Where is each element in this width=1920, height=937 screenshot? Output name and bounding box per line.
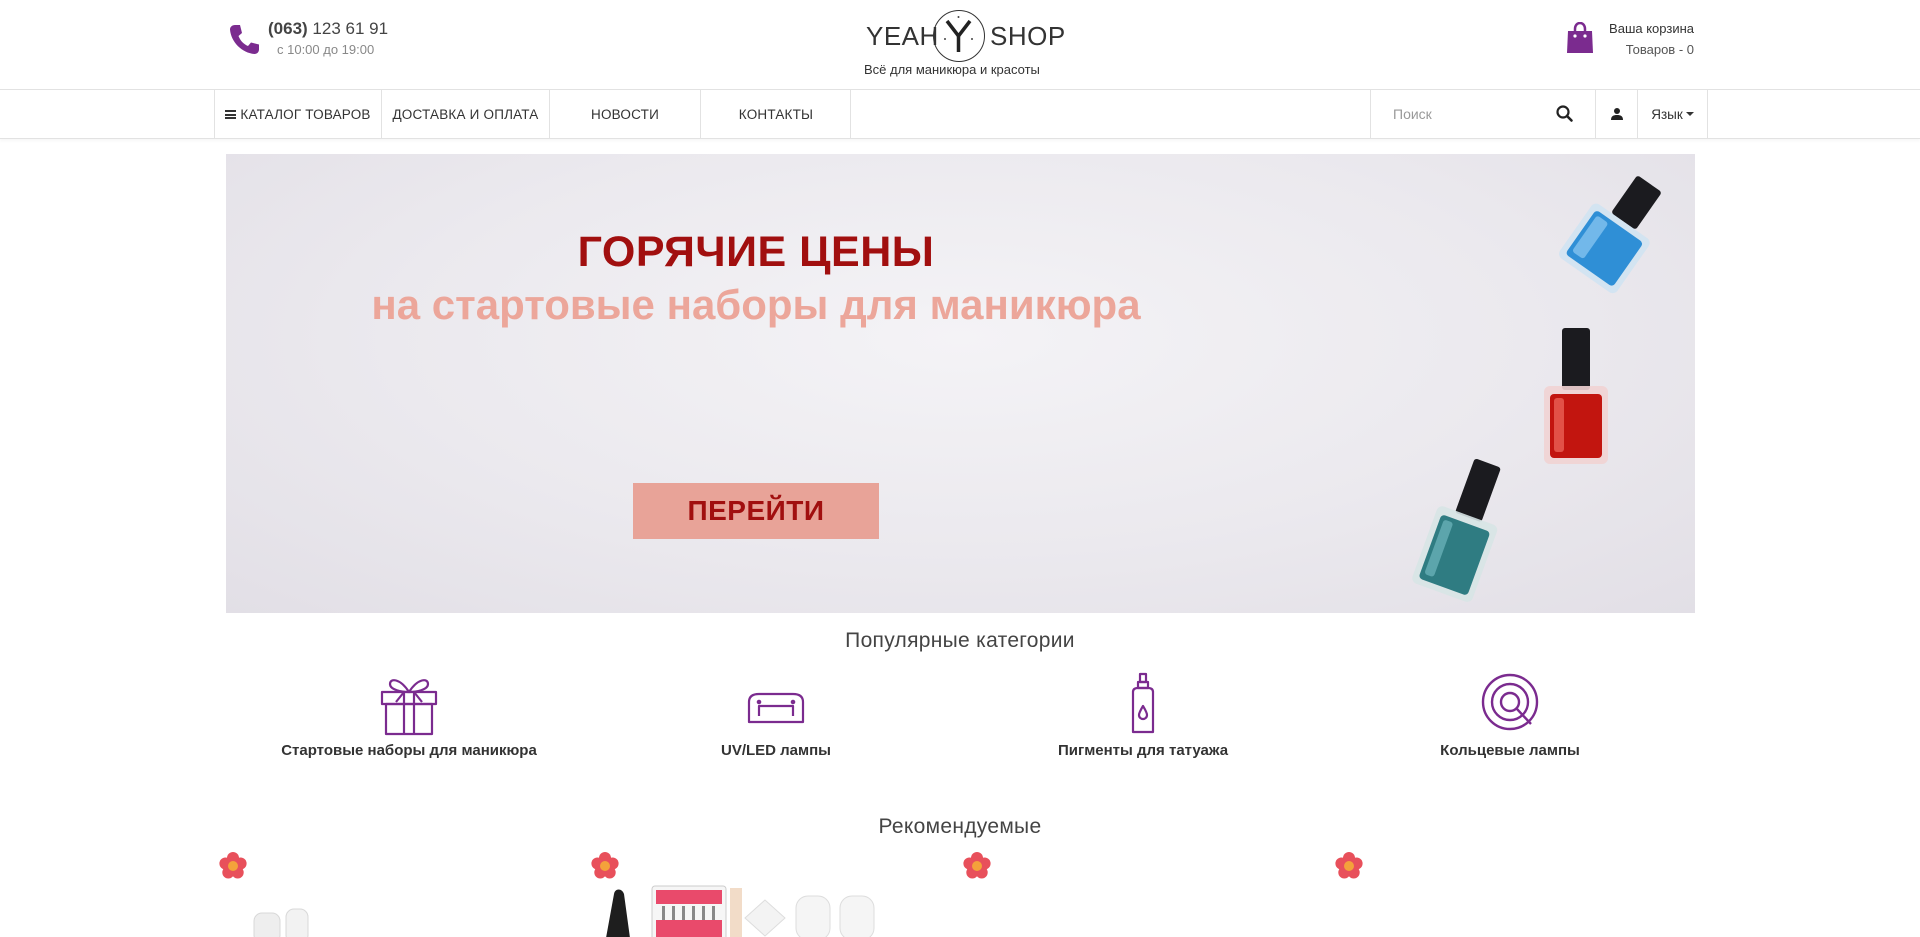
category-ring-lamps[interactable]: Кольцевые лампы [1345,672,1675,759]
product-card[interactable] [1334,850,1704,937]
nav-contacts[interactable]: КОНТАКТЫ [700,90,851,138]
phone-digits: 123 61 91 [312,19,389,38]
lamp-icon [747,692,805,724]
red-nail-polish-image [1544,328,1608,464]
account-button[interactable] [1596,90,1638,138]
product-image [606,885,875,937]
nav-delivery[interactable]: ДОСТАВКА И ОПЛАТА [381,90,549,138]
product-image [253,908,309,937]
logo-text-left: YEAH [866,21,939,51]
shopping-bag-icon[interactable] [1566,22,1594,54]
flower-badge-icon [219,852,247,879]
flower-badge-icon [963,852,991,879]
popular-categories-title: Популярные категории [845,629,1075,652]
logo-emblem [933,10,985,62]
phone-code: (063) [268,19,308,38]
search-input[interactable] [1371,90,1551,138]
category-label: UV/LED лампы [720,742,831,759]
logo-y-icon [944,16,973,52]
category-label: Пигменты для татуажа [1057,742,1229,759]
cart-title[interactable]: Ваша корзина [1609,21,1694,36]
phone-icon [230,25,259,54]
flower-badge-icon [591,852,619,879]
language-dropdown[interactable]: Язык [1638,90,1708,138]
logo-text-right: SHOP [990,21,1066,51]
category-tattoo-pigments[interactable]: Пигменты для татуажа [978,672,1308,759]
category-starter-kits[interactable]: Стартовые наборы для маникюра [244,672,574,759]
menu-icon [225,109,237,119]
recommended-title: Рекомендуемые [878,815,1042,838]
banner-subtitle: на стартовые наборы для маникюра [371,281,1141,328]
nav-delivery-label: ДОСТАВКА И ОПЛАТА [392,106,539,122]
promo-banner[interactable]: ГОРЯЧИЕ ЦЕНЫ на стартовые наборы для ман… [226,154,1695,613]
chevron-down-icon [1685,112,1694,116]
banner-title: ГОРЯЧИЕ ЦЕНЫ [577,228,935,276]
nav-divider [850,90,851,138]
nav-news-label: НОВОСТИ [591,106,659,122]
product-card[interactable]: ★★★★★ [962,850,1332,937]
logo-tagline: Всё для маникюра и красоты [864,62,1040,77]
gift-icon [380,679,438,736]
phone-number[interactable]: (063) 123 61 91 [268,19,388,39]
nav-news[interactable]: НОВОСТИ [549,90,700,138]
nav-contacts-label: КОНТАКТЫ [738,106,814,122]
ring-lamp-icon [1481,673,1539,731]
user-icon [1610,108,1623,120]
category-label: Кольцевые лампы [1440,742,1580,759]
search-icon[interactable] [1554,103,1576,125]
banner-go-button[interactable]: ПЕРЕЙТИ [633,483,879,539]
nav-catalog[interactable]: КАТАЛОГ ТОВАРОВ [214,90,381,138]
nav-catalog-label: КАТАЛОГ ТОВАРОВ [240,106,371,122]
site-logo[interactable]: YEAH SHOP Всё для маникюра и красоты [860,10,1065,80]
working-hours: с 10:00 до 19:00 [277,42,375,57]
header-top: (063) 123 61 91 с 10:00 до 19:00 YEAH SH… [0,0,1920,90]
blue-nail-polish-image [1559,176,1661,294]
category-uv-led-lamps[interactable]: UV/LED лампы [611,672,941,759]
flower-badge-icon [1335,852,1363,879]
language-label: Язык [1651,106,1683,122]
bottle-icon [1131,672,1155,734]
search-box [1370,90,1596,138]
main-nav: КАТАЛОГ ТОВАРОВ ДОСТАВКА И ОПЛАТА НОВОСТ… [0,90,1920,139]
teal-nail-polish-image [1412,458,1501,602]
category-label: Стартовые наборы для маникюра [281,742,537,759]
product-card[interactable]: ★★★★★ [590,850,960,937]
cart-count: Товаров - 0 [1625,42,1694,57]
product-card[interactable] [218,850,588,937]
